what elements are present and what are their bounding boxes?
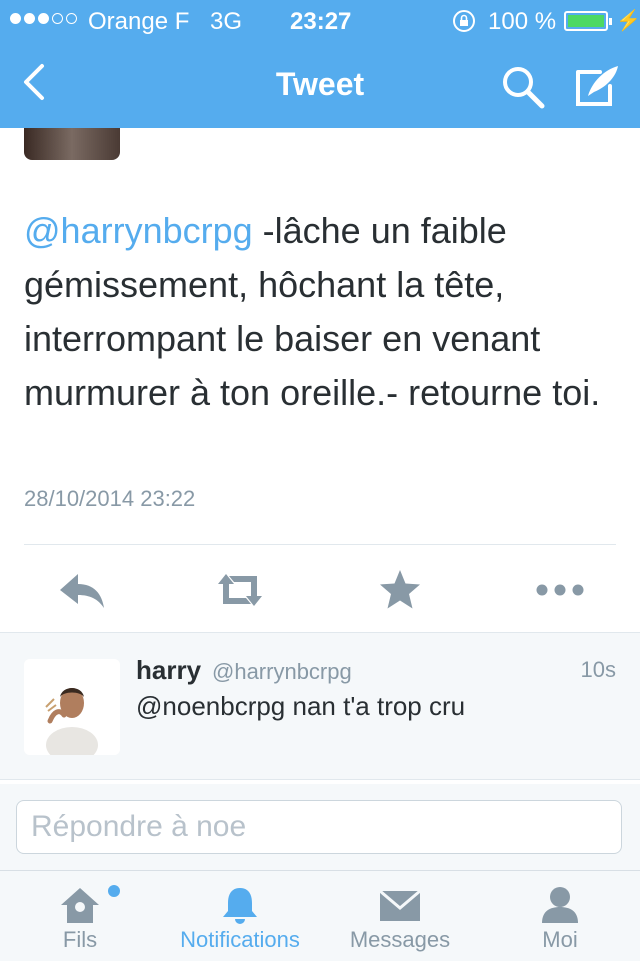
charging-icon: ⚡ <box>616 10 640 32</box>
reply-avatar[interactable] <box>24 659 120 755</box>
reply-time: 10s <box>580 657 616 682</box>
bell-icon <box>218 885 262 925</box>
clock: 23:27 <box>290 8 352 35</box>
reply-bar <box>0 784 640 870</box>
signal-strength-icon <box>10 13 77 24</box>
reply-input[interactable] <box>16 800 622 854</box>
network-label: 3G <box>210 8 243 35</box>
tab-label: Messages <box>349 927 451 952</box>
envelope-icon <box>378 885 422 925</box>
tab-fils[interactable]: Fils <box>0 871 160 961</box>
search-icon[interactable] <box>498 62 546 110</box>
mention-link[interactable]: @harrynbcrpg <box>24 210 253 251</box>
tab-label: Moi <box>542 927 578 952</box>
tab-messages[interactable]: Messages <box>320 871 480 961</box>
tab-moi[interactable]: Moi <box>480 871 640 961</box>
reply-text: @noenbcrpg nan t'a trop cru <box>136 691 466 721</box>
retweet-icon[interactable] <box>214 566 266 614</box>
person-icon <box>538 885 582 925</box>
home-icon <box>58 885 102 925</box>
reply-tweet[interactable]: harry @harrynbcrpg 10s @noenbcrpg nan t'… <box>0 632 640 780</box>
reply-author-handle[interactable]: @harrynbcrpg <box>212 659 352 685</box>
tab-label: Notifications <box>180 927 300 952</box>
reply-icon[interactable] <box>56 566 108 614</box>
nav-bar: Tweet <box>0 44 640 128</box>
author-avatar[interactable] <box>24 128 120 160</box>
status-bar: Orange F 3G 23:27 100 % ⚡ <box>0 0 640 44</box>
tab-bar: Fils Notifications Messages Moi <box>0 870 640 961</box>
tweet-timestamp: 28/10/2014 23:22 <box>24 486 196 511</box>
new-content-dot <box>108 885 120 897</box>
tweet-text: @harrynbcrpg -lâche un faible gémissemen… <box>24 204 624 420</box>
more-icon[interactable] <box>534 566 586 614</box>
battery-icon <box>564 11 612 31</box>
rotation-lock-icon <box>452 9 476 40</box>
favorite-icon[interactable] <box>374 566 426 614</box>
tab-label: Fils <box>62 927 98 952</box>
battery-percent: 100 % <box>488 8 557 35</box>
divider <box>24 544 616 545</box>
compose-icon[interactable] <box>570 60 622 112</box>
reply-author-name[interactable]: harry <box>136 655 201 686</box>
tab-notifications[interactable]: Notifications <box>160 871 320 961</box>
carrier-label: Orange F <box>88 8 190 35</box>
